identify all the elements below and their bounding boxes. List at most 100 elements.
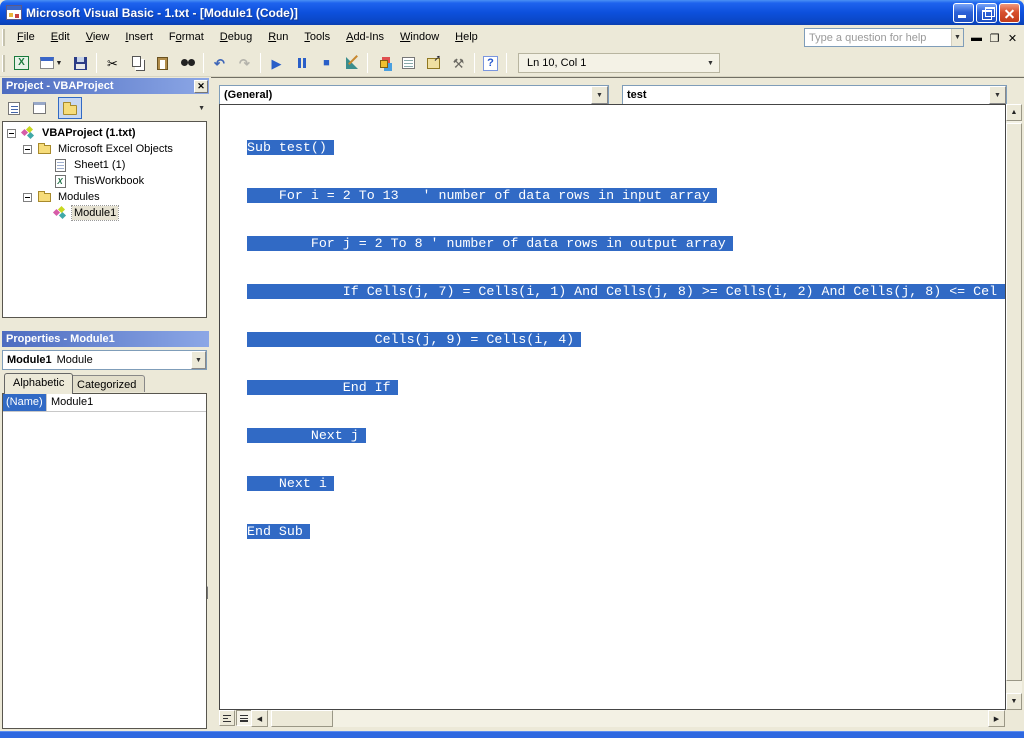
vertical-scrollbar[interactable]: ▲ ▼ [1006, 104, 1022, 710]
chevron-down-icon[interactable]: ▼ [591, 86, 608, 104]
collapse-icon[interactable] [23, 193, 32, 202]
redo-button[interactable]: ↷ [233, 52, 256, 74]
chevron-down-icon[interactable]: ▼ [56, 60, 63, 67]
vertical-scrollbar-thumb[interactable] [1006, 123, 1022, 681]
menu-debug[interactable]: Debug [212, 28, 260, 47]
code-line[interactable]: Sub test() [247, 140, 1006, 156]
properties-grid: (Name) Module1 [2, 393, 207, 729]
find-button[interactable] [176, 52, 199, 74]
help-button[interactable]: ? [479, 52, 502, 74]
menu-tools[interactable]: Tools [296, 28, 338, 47]
menu-format[interactable]: Format [161, 28, 212, 47]
object-browser-button[interactable] [422, 52, 445, 74]
tree-item-vbaproject[interactable]: VBAProject (1.txt) [3, 125, 206, 141]
code-text[interactable]: Sub test() For i = 2 To 13 ' number of d… [220, 105, 1006, 572]
chevron-down-icon[interactable]: ▼ [951, 29, 963, 46]
menu-add-ins[interactable]: Add-Ins [338, 28, 392, 47]
tab-alphabetic[interactable]: Alphabetic [4, 373, 73, 394]
code-line[interactable]: End Sub [247, 524, 1006, 540]
project-panel-header[interactable]: Project - VBAProject ✕ [2, 78, 209, 94]
tree-item-module1[interactable]: Module1 [3, 205, 206, 221]
object-dropdown[interactable]: (General) ▼ [219, 85, 609, 105]
scroll-left-icon[interactable]: ◀ [251, 710, 268, 727]
break-button[interactable] [290, 52, 313, 74]
menu-run[interactable]: Run [260, 28, 296, 47]
tree-item-thisworkbook[interactable]: X ThisWorkbook [3, 173, 206, 189]
property-value-cell[interactable]: Module1 [47, 394, 93, 411]
insert-userform-button[interactable]: ▼ [35, 52, 67, 74]
menu-view[interactable]: View [78, 28, 118, 47]
code-line[interactable]: Next i [247, 476, 1006, 492]
menu-insert[interactable]: Insert [117, 28, 161, 47]
tree-item-sheet1[interactable]: Sheet1 (1) [3, 157, 206, 173]
vbproject-icon [20, 126, 36, 140]
code-line[interactable]: For i = 2 To 13 ' number of data rows in… [247, 188, 1006, 204]
collapse-icon[interactable] [23, 145, 32, 154]
view-microsoft-excel-button[interactable]: X [10, 52, 33, 74]
close-icon[interactable]: ✕ [194, 80, 208, 93]
toggle-folders-button[interactable] [58, 97, 82, 119]
mdi-minimize-button[interactable]: ▬ [969, 31, 984, 45]
collapse-icon[interactable] [7, 129, 16, 138]
close-button[interactable] [999, 3, 1020, 23]
toolbar-separator [367, 53, 368, 73]
full-module-view-button[interactable] [236, 710, 252, 726]
menu-window[interactable]: Window [392, 28, 447, 47]
chevron-down-icon[interactable]: ▼ [198, 105, 205, 112]
minimize-button[interactable] [953, 3, 974, 23]
title-bar: Microsoft Visual Basic - 1.txt - [Module… [0, 0, 1024, 25]
code-editor[interactable]: Sub test() For i = 2 To 13 ' number of d… [219, 104, 1006, 710]
help-question-combobox[interactable]: ▼ [804, 28, 964, 47]
scroll-right-icon[interactable]: ▶ [988, 710, 1005, 727]
selected-object-type: Module [52, 354, 93, 366]
menu-edit[interactable]: Edit [43, 28, 78, 47]
properties-window-button[interactable] [397, 52, 420, 74]
object-selector-combobox[interactable]: Module1 Module ▼ [2, 350, 207, 370]
paste-button[interactable] [151, 52, 174, 74]
view-code-button[interactable] [2, 97, 26, 119]
tree-item-modules[interactable]: Modules [3, 189, 206, 205]
cursor-position-indicator[interactable]: Ln 10, Col 1 ▼ [518, 53, 720, 73]
tab-categorized[interactable]: Categorized [68, 375, 145, 392]
save-button[interactable] [69, 52, 92, 74]
code-line[interactable]: End If [247, 380, 1006, 396]
folder-icon [63, 105, 77, 115]
mdi-close-button[interactable]: ✕ [1005, 31, 1020, 45]
view-object-button[interactable] [27, 97, 51, 119]
code-line[interactable]: If Cells(j, 7) = Cells(i, 1) And Cells(j… [247, 284, 1006, 300]
cut-button[interactable]: ✂ [101, 52, 124, 74]
property-name-cell[interactable]: (Name) [3, 394, 47, 411]
chevron-down-icon[interactable]: ▼ [703, 55, 718, 71]
help-question-input[interactable] [805, 29, 951, 46]
chevron-down-icon[interactable]: ▼ [989, 86, 1006, 104]
toolbar-grip-handle[interactable] [2, 55, 5, 72]
tree-item-excel-objects[interactable]: Microsoft Excel Objects [3, 141, 206, 157]
design-mode-icon [346, 57, 358, 69]
menubar-grip-handle[interactable] [2, 29, 5, 46]
copy-button[interactable] [126, 52, 149, 74]
procedure-view-button[interactable] [219, 710, 235, 726]
project-explorer-button[interactable] [372, 52, 395, 74]
reset-button[interactable]: ■ [315, 52, 338, 74]
code-line[interactable]: For j = 2 To 8 ' number of data rows in … [247, 236, 1006, 252]
code-line[interactable]: Next j [247, 428, 1006, 444]
menu-bar: File Edit View Insert Format Debug Run T… [0, 25, 1024, 50]
horizontal-scrollbar[interactable]: ◀ ▶ [251, 710, 1005, 727]
undo-button[interactable]: ↶ [208, 52, 231, 74]
chevron-down-icon[interactable]: ▼ [191, 351, 206, 369]
property-row-name[interactable]: (Name) Module1 [3, 394, 206, 412]
mdi-restore-button[interactable]: ❐ [987, 31, 1002, 45]
scroll-down-icon[interactable]: ▼ [1006, 693, 1022, 710]
run-sub-button[interactable]: ▶ [265, 52, 288, 74]
toolbox-button[interactable]: ⚒ [447, 52, 470, 74]
scroll-up-icon[interactable]: ▲ [1006, 104, 1022, 121]
project-tree: VBAProject (1.txt) Microsoft Excel Objec… [2, 121, 207, 318]
design-mode-button[interactable] [340, 52, 363, 74]
menu-help[interactable]: Help [447, 28, 486, 47]
restore-button[interactable] [976, 3, 997, 23]
code-line[interactable]: Cells(j, 9) = Cells(i, 4) [247, 332, 1006, 348]
properties-panel-header[interactable]: Properties - Module1 ✕ [2, 331, 209, 347]
procedure-dropdown[interactable]: test ▼ [622, 85, 1007, 105]
menu-file[interactable]: File [9, 28, 43, 47]
horizontal-scrollbar-thumb[interactable] [271, 710, 333, 727]
